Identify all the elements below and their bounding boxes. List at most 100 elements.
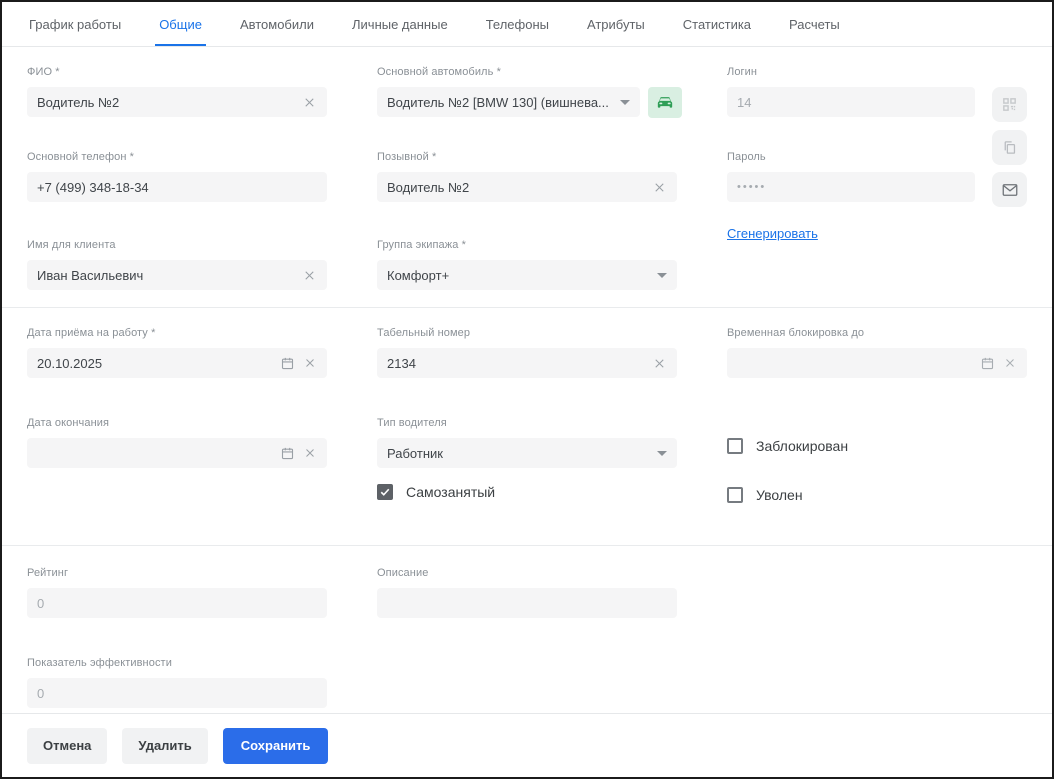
password-label: Пароль (727, 151, 975, 163)
temp-block-input[interactable] (737, 356, 972, 371)
rating-input[interactable] (37, 596, 317, 611)
tab-personal-data[interactable]: Личные данные (350, 2, 450, 46)
checkbox-blocked[interactable]: Заблокирован (727, 438, 848, 454)
checkbox-fired[interactable]: Уволен (727, 487, 803, 503)
calendar-icon[interactable] (280, 446, 295, 461)
client-name-input[interactable] (37, 268, 294, 283)
crew-group-select[interactable]: Комфорт+ (377, 260, 677, 290)
hire-date-input[interactable] (37, 356, 272, 371)
personnel-number-label: Табельный номер (377, 327, 677, 339)
password-input[interactable] (737, 181, 965, 193)
driver-type-label: Тип водителя (377, 417, 677, 429)
end-date-input[interactable] (37, 446, 272, 461)
fio-field (27, 87, 327, 117)
description-input[interactable] (387, 596, 667, 611)
delete-button[interactable]: Удалить (122, 728, 207, 764)
efficiency-label: Показатель эффективности (27, 657, 327, 669)
clear-icon[interactable] (303, 446, 317, 460)
crew-group-value: Комфорт+ (387, 268, 649, 283)
field-group-rating: Рейтинг (27, 567, 327, 618)
field-group-client-name: Имя для клиента (27, 239, 327, 290)
hire-date-field (27, 348, 327, 378)
tab-calculations[interactable]: Расчеты (787, 2, 842, 46)
main-car-select[interactable]: Водитель №2 [BMW 130] (вишнева... (377, 87, 640, 117)
login-label: Логин (727, 66, 975, 78)
generate-password-link[interactable]: Сгенерировать (727, 226, 818, 241)
field-group-end-date: Дата окончания (27, 417, 327, 468)
driver-type-select[interactable]: Работник (377, 438, 677, 468)
cancel-button[interactable]: Отмена (27, 728, 107, 764)
phone-field (27, 172, 327, 202)
field-group-temp-block: Временная блокировка до (727, 327, 1027, 378)
field-group-fio: ФИО * (27, 66, 327, 117)
login-field (727, 87, 975, 117)
field-group-password: Пароль (727, 151, 975, 202)
end-date-field (27, 438, 327, 468)
password-field (727, 172, 975, 202)
field-group-personnel-number: Табельный номер (377, 327, 677, 378)
qr-code-icon (1001, 96, 1018, 113)
copy-login-password-button[interactable] (992, 130, 1027, 165)
chevron-down-icon[interactable] (657, 273, 667, 278)
clear-icon[interactable] (1003, 356, 1017, 370)
client-name-label: Имя для клиента (27, 239, 327, 251)
description-field (377, 588, 677, 618)
copy-icon (1001, 139, 1018, 156)
field-group-description: Описание (377, 567, 677, 618)
clear-icon[interactable] (302, 95, 317, 110)
send-password-mail-button[interactable] (992, 172, 1027, 207)
field-group-callsign: Позывной * (377, 151, 677, 202)
checkbox-box[interactable] (377, 484, 393, 500)
clear-icon[interactable] (302, 268, 317, 283)
field-group-efficiency: Показатель эффективности (27, 657, 327, 708)
efficiency-input[interactable] (37, 686, 317, 701)
end-date-label: Дата окончания (27, 417, 327, 429)
driver-type-value: Работник (387, 446, 649, 461)
calendar-icon[interactable] (280, 356, 295, 371)
car-icon (655, 93, 675, 113)
field-group-crew-group: Группа экипажа * Комфорт+ (377, 239, 677, 290)
tab-cars[interactable]: Автомобили (238, 2, 316, 46)
callsign-input[interactable] (387, 180, 644, 195)
footer-action-bar: Отмена Удалить Сохранить (2, 713, 1052, 777)
personnel-number-field (377, 348, 677, 378)
field-group-phone: Основной телефон * (27, 151, 327, 202)
clear-icon[interactable] (652, 180, 667, 195)
open-car-button[interactable] (648, 87, 682, 118)
main-car-label: Основной автомобиль * (377, 66, 640, 78)
clear-icon[interactable] (303, 356, 317, 370)
checkbox-box[interactable] (727, 487, 743, 503)
fio-label: ФИО * (27, 66, 327, 78)
clear-icon[interactable] (652, 356, 667, 371)
temp-block-field (727, 348, 1027, 378)
checkbox-label: Самозанятый (406, 484, 495, 500)
hire-date-label: Дата приёма на работу * (27, 327, 327, 339)
callsign-field (377, 172, 677, 202)
checkbox-label: Заблокирован (756, 438, 848, 454)
login-input[interactable] (737, 95, 965, 110)
qr-code-button[interactable] (992, 87, 1027, 122)
phone-input[interactable] (37, 180, 317, 195)
temp-block-label: Временная блокировка до (727, 327, 1027, 339)
tab-phones[interactable]: Телефоны (484, 2, 551, 46)
personnel-number-input[interactable] (387, 356, 644, 371)
tab-general[interactable]: Общие (157, 2, 204, 46)
checkbox-box[interactable] (727, 438, 743, 454)
fio-input[interactable] (37, 95, 294, 110)
calendar-icon[interactable] (980, 356, 995, 371)
field-group-main-car: Основной автомобиль * Водитель №2 [BMW 1… (377, 66, 640, 117)
description-label: Описание (377, 567, 677, 579)
save-button[interactable]: Сохранить (223, 728, 329, 764)
tab-bar: График работы Общие Автомобили Личные да… (2, 2, 1052, 47)
section-divider (2, 307, 1052, 308)
checkbox-self-employed[interactable]: Самозанятый (377, 484, 495, 500)
section-divider (2, 545, 1052, 546)
tab-work-schedule[interactable]: График работы (27, 2, 123, 46)
checkbox-label: Уволен (756, 487, 803, 503)
tab-statistics[interactable]: Статистика (681, 2, 753, 46)
envelope-icon (1001, 181, 1019, 199)
tab-attributes[interactable]: Атрибуты (585, 2, 647, 46)
chevron-down-icon[interactable] (657, 451, 667, 456)
callsign-label: Позывной * (377, 151, 677, 163)
chevron-down-icon[interactable] (620, 100, 630, 105)
